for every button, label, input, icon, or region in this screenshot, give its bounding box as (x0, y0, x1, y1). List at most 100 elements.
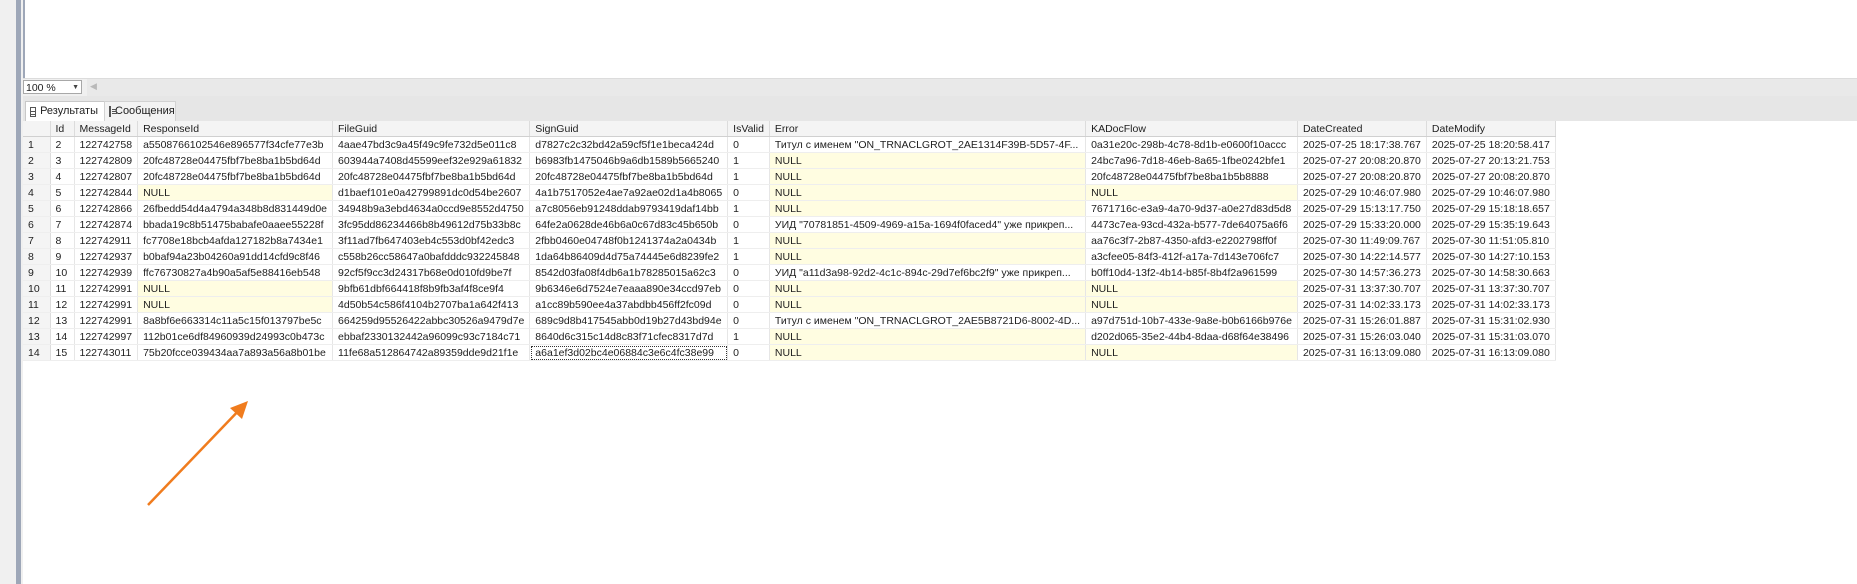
cell-id[interactable]: 13 (50, 312, 75, 329)
cell-signguid[interactable]: d7827c2c32bd42a59cf5f1e1beca424d (529, 136, 729, 153)
cell-responseid[interactable]: fc7708e18bcb4afda127182b8a7434e1 (137, 232, 334, 249)
cell-signguid[interactable]: b6983fb1475046b9a6db1589b5665240 (529, 152, 729, 169)
cell-kadocflow[interactable]: 4473c7ea-93cd-432a-b577-7de64075a6f6 (1085, 216, 1298, 233)
cell-fileguid[interactable]: 4aae47bd3c9a45f49c9fe732d5e011c8 (332, 136, 531, 153)
cell-datecreated[interactable]: 2025-07-27 20:08:20.870 (1297, 152, 1427, 169)
cell-responseid[interactable]: 112b01ce6df84960939d24993c0b473c (137, 328, 334, 345)
cell-id[interactable]: 3 (50, 152, 75, 169)
cell-datemodify[interactable]: 2025-07-30 11:51:05.810 (1426, 232, 1556, 249)
cell-responseid[interactable]: bbada19c8b51475babafe0aaee55228f (137, 216, 334, 233)
cell-datecreated[interactable]: 2025-07-29 10:46:07.980 (1297, 184, 1427, 201)
cell-id[interactable]: 15 (50, 344, 75, 361)
cell-fileguid[interactable]: d1baef101e0a42799891dc0d54be2607 (332, 184, 531, 201)
cell-datemodify[interactable]: 2025-07-29 15:18:18.657 (1426, 200, 1556, 217)
query-editor[interactable] (23, 0, 1857, 78)
cell-datecreated[interactable]: 2025-07-25 18:17:38.767 (1297, 136, 1427, 153)
row-number[interactable]: 12 (23, 312, 51, 329)
cell-error[interactable]: NULL (769, 280, 1087, 297)
cell-id[interactable]: 4 (50, 168, 75, 185)
cell-datemodify[interactable]: 2025-07-31 13:37:30.707 (1426, 280, 1556, 297)
cell-messageid[interactable]: 122742809 (74, 152, 139, 169)
cell-responseid[interactable]: ffc76730827a4b90a5af5e88416eb548 (137, 264, 334, 281)
cell-id[interactable]: 2 (50, 136, 75, 153)
tab-messages[interactable]: Сообщения (104, 101, 176, 121)
cell-kadocflow[interactable]: 0a31e20c-298b-4c78-8d1b-e0600f10accc (1085, 136, 1298, 153)
cell-kadocflow[interactable]: d202d065-35e2-44b4-8daa-d68f64e38496 (1085, 328, 1298, 345)
cell-error[interactable]: NULL (769, 296, 1087, 313)
cell-signguid[interactable]: a1cc89b590ee4a37abdbb456ff2fc09d (529, 296, 729, 313)
cell-datecreated[interactable]: 2025-07-31 15:26:01.887 (1297, 312, 1427, 329)
row-number[interactable]: 6 (23, 216, 51, 233)
cell-datecreated[interactable]: 2025-07-29 15:33:20.000 (1297, 216, 1427, 233)
cell-error[interactable]: NULL (769, 248, 1087, 265)
chevron-down-icon[interactable]: ▼ (72, 81, 79, 95)
cell-fileguid[interactable]: 9bfb61dbf664418f8b9fb3af4f8ce9f4 (332, 280, 531, 297)
cell-isvalid[interactable]: 0 (727, 312, 770, 329)
column-header-datemodify[interactable]: DateModify (1426, 121, 1556, 137)
column-header-responseid[interactable]: ResponseId (137, 121, 334, 137)
cell-error[interactable]: NULL (769, 168, 1087, 185)
row-number[interactable]: 9 (23, 264, 51, 281)
cell-responseid[interactable]: 20fc48728e04475fbf7be8ba1b5bd64d (137, 168, 334, 185)
cell-responseid[interactable]: NULL (137, 184, 334, 201)
cell-datecreated[interactable]: 2025-07-29 15:13:17.750 (1297, 200, 1427, 217)
cell-responseid[interactable]: 26fbedd54d4a4794a348b8d831449d0e (137, 200, 334, 217)
cell-isvalid[interactable]: 1 (727, 232, 770, 249)
tab-results[interactable]: Результаты (25, 101, 105, 121)
cell-id[interactable]: 10 (50, 264, 75, 281)
cell-datecreated[interactable]: 2025-07-31 15:26:03.040 (1297, 328, 1427, 345)
cell-responseid[interactable]: b0baf94a23b04260a91dd14cfd9c8f46 (137, 248, 334, 265)
cell-id[interactable]: 12 (50, 296, 75, 313)
cell-signguid[interactable]: 8640d6c315c14d8c83f71cfec8317d7d (529, 328, 729, 345)
cell-kadocflow[interactable]: 7671716c-e3a9-4a70-9d37-a0e27d83d5d8 (1085, 200, 1298, 217)
cell-datemodify[interactable]: 2025-07-27 20:13:21.753 (1426, 152, 1556, 169)
row-number[interactable]: 3 (23, 168, 51, 185)
row-number[interactable]: 13 (23, 328, 51, 345)
zoom-select[interactable]: 100 % ▼ (23, 80, 82, 94)
cell-isvalid[interactable]: 0 (727, 280, 770, 297)
column-header-datecreated[interactable]: DateCreated (1297, 121, 1427, 137)
cell-isvalid[interactable]: 1 (727, 200, 770, 217)
cell-datemodify[interactable]: 2025-07-31 15:31:02.930 (1426, 312, 1556, 329)
cell-isvalid[interactable]: 1 (727, 328, 770, 345)
cell-kadocflow[interactable]: NULL (1085, 296, 1298, 313)
column-header-fileguid[interactable]: FileGuid (332, 121, 531, 137)
cell-datemodify[interactable]: 2025-07-31 16:13:09.080 (1426, 344, 1556, 361)
cell-datecreated[interactable]: 2025-07-31 14:02:33.173 (1297, 296, 1427, 313)
cell-isvalid[interactable]: 0 (727, 216, 770, 233)
cell-isvalid[interactable]: 0 (727, 136, 770, 153)
row-number[interactable]: 14 (23, 344, 51, 361)
cell-kadocflow[interactable]: NULL (1085, 280, 1298, 297)
cell-fileguid[interactable]: 3fc95dd86234466b8b49612d75b33b8c (332, 216, 531, 233)
cell-error[interactable]: Титул с именем "ON_TRNACLGROT_2AE5B8721D… (769, 312, 1087, 329)
cell-fileguid[interactable]: 92cf5f9cc3d24317b68e0d010fd9be7f (332, 264, 531, 281)
cell-messageid[interactable]: 122742997 (74, 328, 139, 345)
cell-error[interactable]: УИД "a11d3a98-92d2-4c1c-894c-29d7ef6bc2f… (769, 264, 1087, 281)
cell-error[interactable]: УИД "70781851-4509-4969-a15a-1694f0faced… (769, 216, 1087, 233)
cell-isvalid[interactable]: 0 (727, 296, 770, 313)
cell-id[interactable]: 11 (50, 280, 75, 297)
cell-signguid[interactable]: a7c8056eb91248ddab9793419daf14bb (529, 200, 729, 217)
cell-responseid[interactable]: NULL (137, 296, 334, 313)
cell-responseid[interactable]: 75b20fcce039434aa7a893a56a8b01be (137, 344, 334, 361)
cell-isvalid[interactable]: 1 (727, 248, 770, 265)
cell-error[interactable]: NULL (769, 232, 1087, 249)
cell-messageid[interactable]: 122742874 (74, 216, 139, 233)
cell-error[interactable]: NULL (769, 184, 1087, 201)
cell-datecreated[interactable]: 2025-07-30 14:22:14.577 (1297, 248, 1427, 265)
cell-fileguid[interactable]: 3f11ad7fb647403eb4c553d0bf42edc3 (332, 232, 531, 249)
cell-id[interactable]: 14 (50, 328, 75, 345)
cell-datecreated[interactable]: 2025-07-31 13:37:30.707 (1297, 280, 1427, 297)
row-number[interactable]: 2 (23, 152, 51, 169)
cell-datemodify[interactable]: 2025-07-30 14:58:30.663 (1426, 264, 1556, 281)
cell-kadocflow[interactable]: NULL (1085, 184, 1298, 201)
cell-error[interactable]: NULL (769, 200, 1087, 217)
cell-messageid[interactable]: 122742991 (74, 296, 139, 313)
cell-isvalid[interactable]: 1 (727, 152, 770, 169)
cell-id[interactable]: 9 (50, 248, 75, 265)
cell-datemodify[interactable]: 2025-07-31 14:02:33.173 (1426, 296, 1556, 313)
cell-datecreated[interactable]: 2025-07-30 11:49:09.767 (1297, 232, 1427, 249)
row-number[interactable]: 4 (23, 184, 51, 201)
scroll-left-icon[interactable]: ◀ (90, 81, 97, 92)
cell-id[interactable]: 5 (50, 184, 75, 201)
